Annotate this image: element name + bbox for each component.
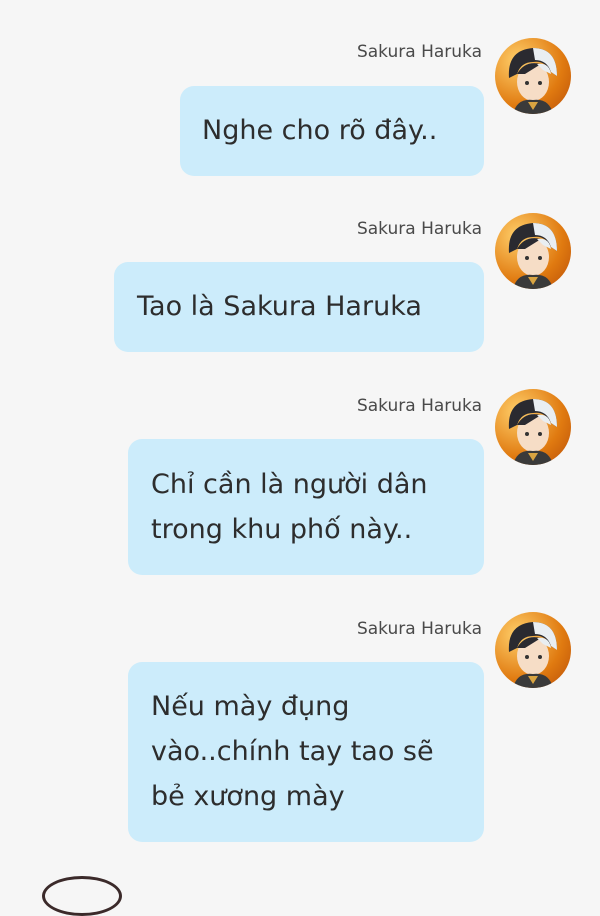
character-portrait-icon	[508, 399, 557, 465]
avatar[interactable]	[495, 612, 571, 688]
avatar[interactable]	[495, 38, 571, 114]
message-text-line: vào..chính tay tao sẽ	[151, 736, 434, 767]
sender-name: Sakura Haruka	[356, 396, 482, 416]
avatar[interactable]	[42, 876, 122, 916]
message-text-line: bẻ xương mày	[151, 781, 345, 812]
message-bubble[interactable]: Nếu mày đụng vào..chính tay tao sẽ bẻ xư…	[128, 662, 484, 842]
character-portrait-icon	[508, 223, 557, 289]
message-text: Tao là Sakura Haruka	[137, 291, 422, 322]
sender-name: Sakura Haruka	[356, 219, 482, 239]
message-bubble[interactable]: Nghe cho rõ đây..	[180, 86, 484, 176]
message-text-line: trong khu phố này..	[151, 514, 413, 545]
message-text-line: Nếu mày đụng	[151, 691, 350, 722]
character-portrait-icon	[508, 48, 557, 114]
message-text: Nghe cho rõ đây..	[202, 115, 438, 146]
message-bubble[interactable]: Tao là Sakura Haruka	[114, 262, 484, 352]
avatar[interactable]	[495, 213, 571, 289]
message-text-line: Chỉ cần là người dân	[151, 469, 428, 500]
character-portrait-icon	[508, 622, 557, 688]
sender-name: Sakura Haruka	[356, 42, 482, 62]
avatar[interactable]	[495, 389, 571, 465]
sender-name: Sakura Haruka	[356, 619, 482, 639]
message-bubble[interactable]: Chỉ cần là người dân trong khu phố này..	[128, 439, 484, 575]
